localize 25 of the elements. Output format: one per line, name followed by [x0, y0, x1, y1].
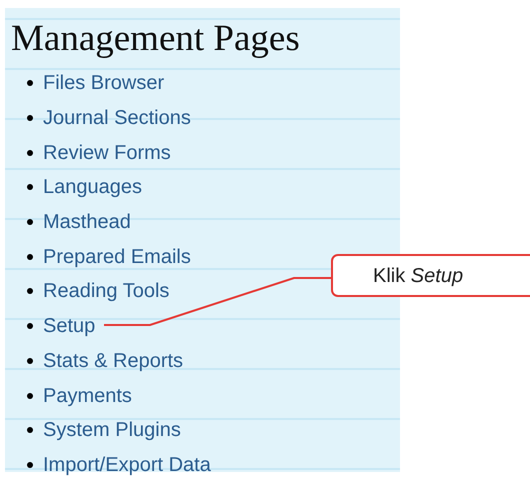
menu-link[interactable]: Files Browser — [43, 68, 164, 98]
menu-link[interactable]: Setup — [43, 311, 96, 342]
menu-link[interactable]: Journal Sections — [43, 103, 191, 134]
bullet-icon — [27, 358, 33, 364]
menu-link[interactable]: Languages — [43, 172, 142, 202]
menu-link[interactable]: System Plugins — [43, 415, 181, 446]
bullet-icon — [27, 184, 33, 190]
bullet-icon — [27, 219, 33, 226]
page-title: Management Pages — [11, 18, 300, 60]
bullet-icon — [27, 392, 33, 399]
menu-link[interactable]: Review Forms — [43, 138, 171, 168]
bullet-icon — [27, 115, 33, 122]
menu-link[interactable]: Stats & Reports — [43, 346, 184, 376]
bullet-icon — [27, 427, 33, 434]
bullet-icon — [27, 323, 33, 330]
bullet-icon — [27, 150, 33, 156]
bullet-icon — [27, 254, 33, 260]
menu-link[interactable]: Prepared Emails — [43, 242, 191, 272]
menu-link[interactable]: Payments — [43, 380, 132, 411]
menu-link[interactable]: Import/Export Data — [43, 450, 211, 480]
menu-link[interactable]: Reading Tools — [43, 276, 170, 306]
bullet-icon — [27, 462, 33, 468]
bullet-icon — [27, 80, 33, 86]
menu-link[interactable]: Masthead — [43, 207, 131, 238]
bullet-icon — [27, 288, 33, 294]
